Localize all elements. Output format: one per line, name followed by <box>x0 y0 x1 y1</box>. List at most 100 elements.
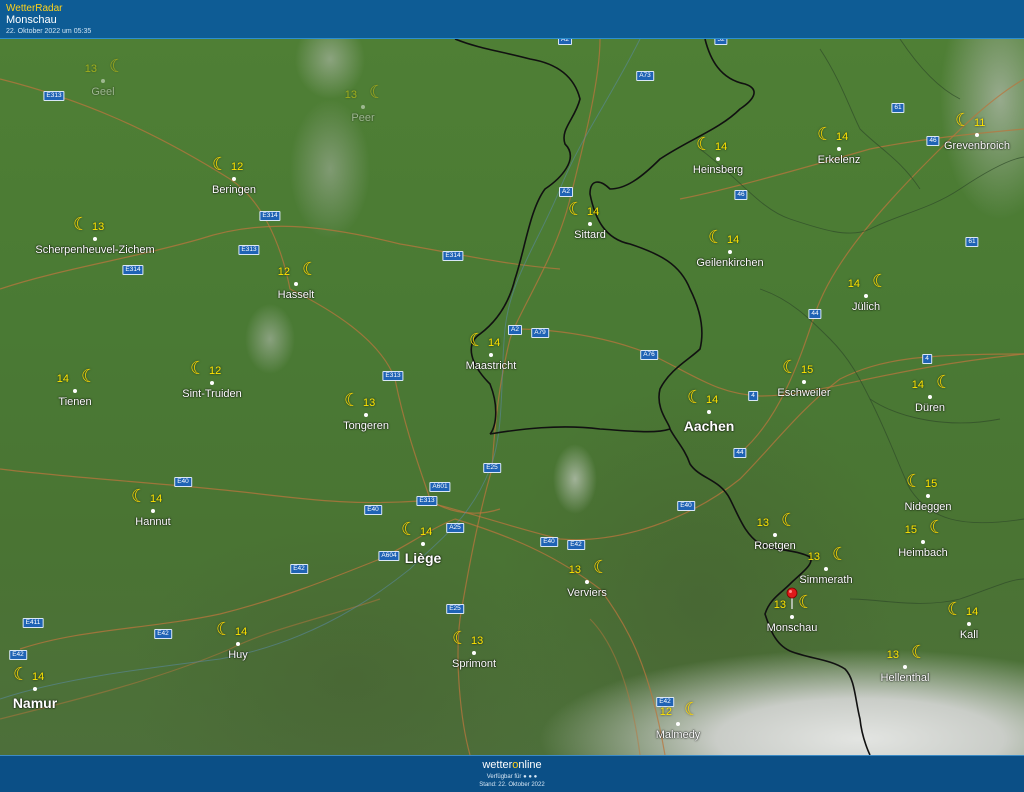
city-name: Roetgen <box>754 540 796 552</box>
road-badge-e313-w: E313 <box>43 91 65 101</box>
road-badge-e411: E411 <box>22 618 44 628</box>
road-e313 <box>0 78 501 514</box>
city-marker-dot <box>773 533 777 537</box>
road-badge-e42-c: E42 <box>154 629 172 639</box>
city-temperature: 14 <box>587 206 600 218</box>
city-name: Aachen <box>683 418 735 434</box>
city-temperature: 12 <box>277 266 290 278</box>
android-icon[interactable]: ● <box>523 774 527 780</box>
road-badge-a76: A76 <box>640 350 658 360</box>
city-marker-dot <box>73 389 77 393</box>
road-badge-e40-d: E40 <box>677 501 695 511</box>
city-temperature: 15 <box>801 364 814 376</box>
city-name: Jülich <box>851 301 881 313</box>
city-temperature: 13 <box>363 397 376 409</box>
crescent-moon-icon: ☾ <box>817 124 834 144</box>
crescent-moon-icon: ☾ <box>872 271 889 291</box>
city-marker-dot <box>33 687 37 691</box>
city-name: Hellenthal <box>880 672 930 684</box>
road-badge-a601: A601 <box>429 482 451 492</box>
city-marker-dot <box>588 222 592 226</box>
city-temperature: 14 <box>420 526 433 538</box>
road-badge-e313-d: E313 <box>416 496 438 506</box>
crescent-moon-icon: ☾ <box>302 259 319 279</box>
road-badge-r44-b: 44 <box>733 448 747 458</box>
road-badge-e314-a: E314 <box>259 211 281 221</box>
city-name: Verviers <box>567 587 607 599</box>
wetteronline-logo[interactable]: wetteronline <box>0 759 1024 771</box>
crescent-moon-icon: ☾ <box>469 330 486 350</box>
road-a2 <box>491 39 601 470</box>
road-verviers <box>589 618 641 755</box>
city-marker-dot <box>421 542 425 546</box>
city-marker-dot <box>364 413 368 417</box>
city-temperature: 13 <box>471 635 484 647</box>
road-badge-e40-c: E40 <box>540 537 558 547</box>
windows-icon[interactable]: ● <box>534 774 538 780</box>
road-badge-a2-top: A2 <box>558 39 572 45</box>
city-marker-dot <box>210 381 214 385</box>
city-marker-dot <box>928 395 932 399</box>
city-temperature: 12 <box>659 706 672 718</box>
crescent-moon-icon: ☾ <box>708 227 725 247</box>
crescent-moon-icon: ☾ <box>369 82 386 102</box>
crescent-moon-icon: ☾ <box>936 372 953 392</box>
border-be-nl-west <box>454 39 581 435</box>
city-name: Kall <box>959 629 979 641</box>
border-be-nl-south <box>489 426 671 435</box>
city-temperature: 14 <box>727 234 740 246</box>
road-e42-south <box>454 518 666 755</box>
road-badge-r61-a: 61 <box>891 103 905 113</box>
city-name: Tongeren <box>343 420 389 432</box>
road-e314 <box>0 225 561 290</box>
city-name: Sittard <box>574 229 606 241</box>
apple-icon[interactable]: ● <box>528 774 532 780</box>
city-temperature: 14 <box>706 394 719 406</box>
crescent-moon-icon: ☾ <box>131 486 148 506</box>
city-temperature: 15 <box>925 478 938 490</box>
city-marker-dot <box>361 105 365 109</box>
city-temperature: 13 <box>773 599 786 611</box>
crescent-moon-icon: ☾ <box>929 517 946 537</box>
road-badge-e313-b: E313 <box>238 245 260 255</box>
footer-bar: wetteronline Verfügbar für ● ● ● Stand: … <box>0 755 1024 792</box>
road-badge-r61-b: 61 <box>965 237 979 247</box>
city-name: Malmedy <box>655 729 701 741</box>
crescent-moon-icon: ☾ <box>955 110 972 130</box>
crescent-moon-icon: ☾ <box>911 642 928 662</box>
road-badge-a79: A79 <box>531 328 549 338</box>
crescent-moon-icon: ☾ <box>212 154 229 174</box>
road-badge-e25-a: E25 <box>483 463 501 473</box>
city-marker-dot <box>824 567 828 571</box>
city-name: Heimbach <box>898 547 948 559</box>
city-name: Hasselt <box>277 289 315 301</box>
city-marker-dot <box>151 509 155 513</box>
city-marker-dot <box>864 294 868 298</box>
road-badge-e314-c: E314 <box>442 251 464 261</box>
weather-map[interactable]: E313 E314 E313 E314 E314 E313 E40 A601 E313 E40 A2… <box>0 39 1024 755</box>
road-badge-r4-a: 4 <box>922 354 932 364</box>
city-temperature: 12 <box>231 161 244 173</box>
crescent-moon-icon: ☾ <box>906 471 923 491</box>
road-badge-e314-b: E314 <box>122 265 144 275</box>
crescent-moon-icon: ☾ <box>781 510 798 530</box>
city-name: Scherpenheuvel-Zichem <box>35 244 155 256</box>
city-marker-dot <box>716 157 720 161</box>
city-name: Sint-Truiden <box>182 388 242 400</box>
city-marker-dot <box>232 177 236 181</box>
road-badge-a2-b: A2 <box>559 187 573 197</box>
city-name: Simmerath <box>799 574 853 586</box>
city-marker-dot <box>236 642 240 646</box>
crescent-moon-icon: ☾ <box>190 358 207 378</box>
city-name: Maastricht <box>465 360 517 372</box>
road-badge-r46-a: 46 <box>926 136 940 146</box>
city-marker-dot <box>472 651 476 655</box>
city-temperature: 11 <box>974 117 986 129</box>
city-marker-dot <box>802 380 806 384</box>
city-marker-dot <box>967 622 971 626</box>
road-badge-r44-a: 44 <box>808 309 822 319</box>
city-name: Huy <box>228 649 248 661</box>
city-name: Heinsberg <box>692 164 744 176</box>
city-marker-dot <box>975 133 979 137</box>
road-badge-e42-b: E42 <box>567 540 585 550</box>
